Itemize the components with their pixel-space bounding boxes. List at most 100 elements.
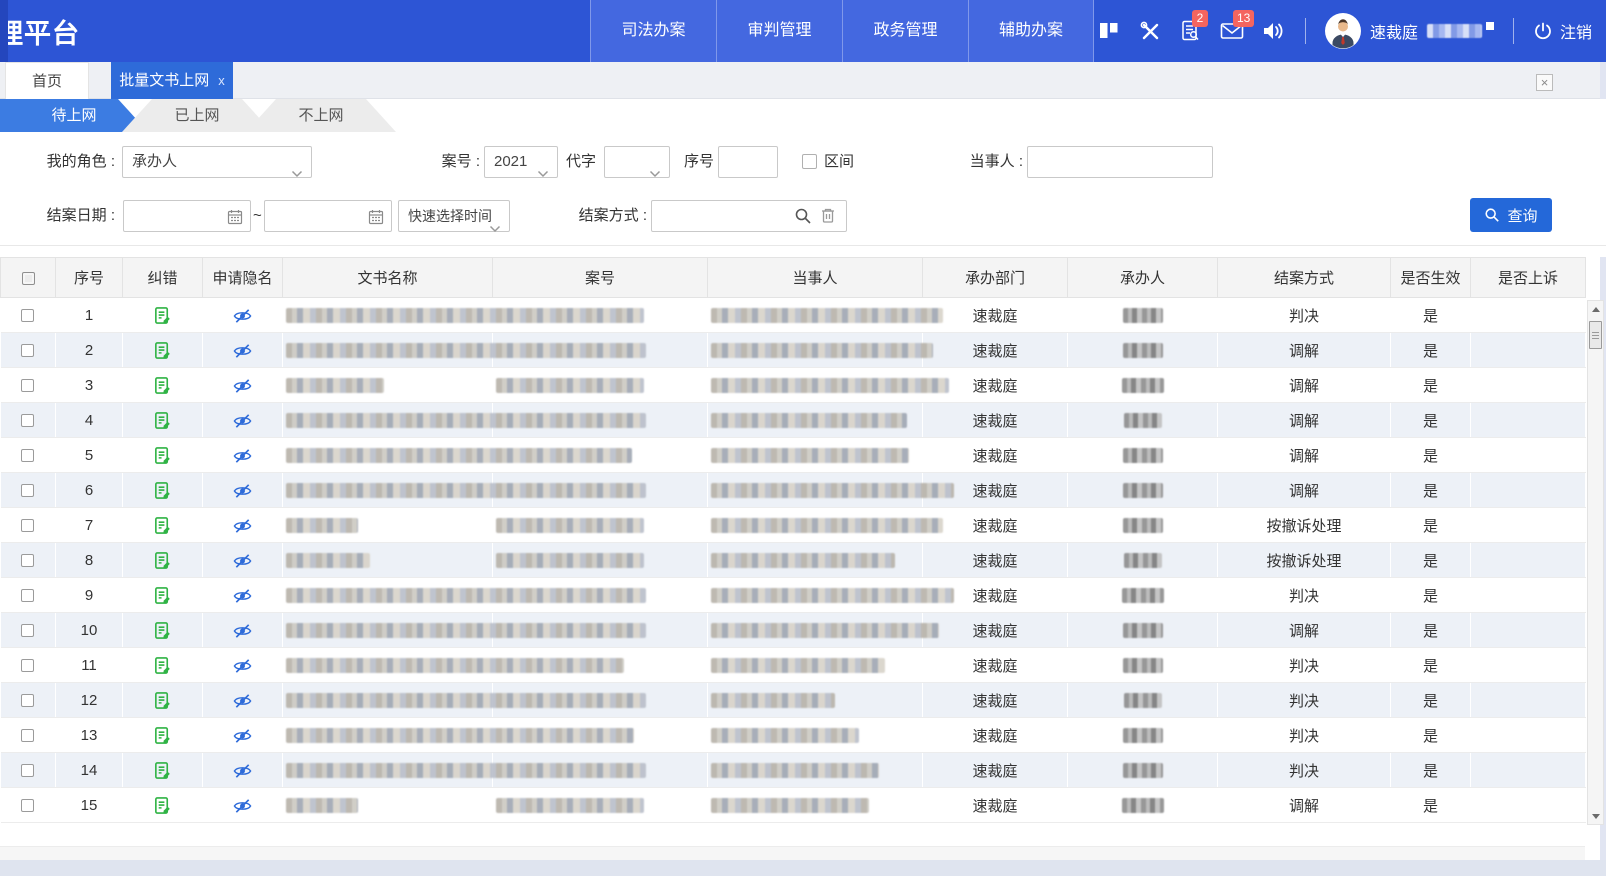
anonymize-icon[interactable] bbox=[233, 763, 252, 779]
party-input[interactable] bbox=[1027, 146, 1213, 178]
correct-icon[interactable] bbox=[153, 376, 172, 395]
app-title: 理平台 bbox=[0, 12, 80, 51]
row-checkbox[interactable] bbox=[21, 729, 34, 742]
cell-dept: 速裁庭 bbox=[923, 333, 1068, 368]
row-checkbox[interactable] bbox=[21, 379, 34, 392]
correct-icon[interactable] bbox=[153, 306, 172, 325]
role-select[interactable]: 承办人 bbox=[122, 146, 312, 178]
cell-select bbox=[1, 543, 56, 578]
anonymize-icon[interactable] bbox=[233, 623, 252, 639]
tools-icon[interactable] bbox=[1137, 18, 1163, 44]
correct-icon[interactable] bbox=[153, 551, 172, 570]
vertical-scrollbar[interactable] bbox=[1587, 300, 1604, 825]
mode-clear-icon[interactable] bbox=[820, 207, 836, 229]
correct-icon[interactable] bbox=[153, 726, 172, 745]
correct-icon[interactable] bbox=[153, 341, 172, 360]
correct-icon[interactable] bbox=[153, 656, 172, 675]
cell-dept: 速裁庭 bbox=[923, 543, 1068, 578]
tab-batch-doc-publish[interactable]: 批量文书上网x bbox=[111, 62, 233, 99]
nav-aux-case[interactable]: 辅助办案 bbox=[968, 0, 1094, 62]
row-checkbox[interactable] bbox=[21, 519, 34, 532]
main-nav: 司法办案 审判管理 政务管理 辅助办案 bbox=[590, 0, 1094, 62]
close-date-start-input[interactable] bbox=[123, 200, 251, 232]
correct-icon[interactable] bbox=[153, 621, 172, 640]
anonymize-icon[interactable] bbox=[233, 378, 252, 394]
anonymize-icon[interactable] bbox=[233, 693, 252, 709]
anonymize-icon[interactable] bbox=[233, 448, 252, 464]
task-audit-icon[interactable]: 2 bbox=[1178, 18, 1204, 44]
correct-icon[interactable] bbox=[153, 411, 172, 430]
anonymize-icon[interactable] bbox=[233, 553, 252, 569]
row-checkbox[interactable] bbox=[21, 799, 34, 812]
caseno-label: 案号 : bbox=[420, 146, 480, 178]
chevron-down-icon bbox=[649, 159, 661, 189]
scrollbar-thumb[interactable] bbox=[1589, 321, 1602, 349]
close-date-end-input[interactable] bbox=[264, 200, 392, 232]
row-checkbox[interactable] bbox=[21, 659, 34, 672]
anonymize-icon[interactable] bbox=[233, 483, 252, 499]
row-checkbox[interactable] bbox=[21, 309, 34, 322]
daizi-select[interactable] bbox=[604, 146, 670, 178]
cell-appeal bbox=[1471, 753, 1586, 788]
correct-icon[interactable] bbox=[153, 586, 172, 605]
header-correct: 纠错 bbox=[123, 258, 203, 298]
anonymize-icon[interactable] bbox=[233, 798, 252, 814]
row-checkbox[interactable] bbox=[21, 624, 34, 637]
correct-icon[interactable] bbox=[153, 481, 172, 500]
anonymize-icon[interactable] bbox=[233, 308, 252, 324]
subtab-not-publish[interactable]: 不上网 bbox=[246, 99, 396, 132]
subtab-published[interactable]: 已上网 bbox=[122, 99, 272, 132]
row-checkbox[interactable] bbox=[21, 589, 34, 602]
correct-icon[interactable] bbox=[153, 446, 172, 465]
select-all-checkbox[interactable] bbox=[22, 272, 35, 285]
cell-docname bbox=[283, 613, 493, 648]
anonymize-icon[interactable] bbox=[233, 518, 252, 534]
row-checkbox[interactable] bbox=[21, 344, 34, 357]
correct-icon[interactable] bbox=[153, 516, 172, 535]
redacted-docname bbox=[286, 308, 644, 323]
nav-gov-management[interactable]: 政务管理 bbox=[842, 0, 968, 62]
correct-icon[interactable] bbox=[153, 691, 172, 710]
xuhao-input[interactable] bbox=[718, 146, 778, 178]
logout-button[interactable]: 注销 bbox=[1533, 19, 1592, 43]
cell-select bbox=[1, 683, 56, 718]
anonymize-icon[interactable] bbox=[233, 588, 252, 604]
user-info[interactable]: 速裁庭 bbox=[1325, 13, 1494, 49]
row-checkbox[interactable] bbox=[21, 449, 34, 462]
mode-search-icon[interactable] bbox=[794, 207, 812, 230]
anonymize-icon[interactable] bbox=[233, 728, 252, 744]
avatar[interactable] bbox=[1325, 13, 1361, 49]
cell-appeal bbox=[1471, 368, 1586, 403]
speaker-icon[interactable] bbox=[1260, 18, 1286, 44]
row-checkbox[interactable] bbox=[21, 694, 34, 707]
scroll-up-arrow[interactable] bbox=[1588, 301, 1603, 317]
close-mode-input[interactable] bbox=[651, 200, 847, 232]
scroll-down-arrow[interactable] bbox=[1588, 808, 1603, 824]
cell-handler bbox=[1068, 508, 1218, 543]
interval-checkbox[interactable] bbox=[802, 154, 817, 169]
mail-icon[interactable]: 13 bbox=[1219, 18, 1245, 44]
anonymize-icon[interactable] bbox=[233, 413, 252, 429]
tab-close-x[interactable]: x bbox=[218, 73, 225, 88]
row-checkbox[interactable] bbox=[21, 484, 34, 497]
year-select[interactable]: 2021 bbox=[484, 146, 558, 178]
query-button[interactable]: 查询 bbox=[1470, 198, 1552, 232]
nav-trial-management[interactable]: 审判管理 bbox=[716, 0, 842, 62]
cell-select bbox=[1, 578, 56, 613]
anonymize-icon[interactable] bbox=[233, 343, 252, 359]
nav-judicial-case[interactable]: 司法办案 bbox=[590, 0, 716, 62]
row-checkbox[interactable] bbox=[21, 764, 34, 777]
tab-home[interactable]: 首页 bbox=[5, 62, 89, 99]
dashboard-icon[interactable] bbox=[1096, 18, 1122, 44]
redacted-party bbox=[711, 518, 943, 533]
correct-icon[interactable] bbox=[153, 796, 172, 815]
redacted-handler bbox=[1123, 343, 1163, 358]
quick-time-select[interactable]: 快速选择时间 bbox=[398, 200, 510, 232]
row-checkbox[interactable] bbox=[21, 554, 34, 567]
anonymize-icon[interactable] bbox=[233, 658, 252, 674]
panel-close-button[interactable]: × bbox=[1536, 74, 1553, 91]
row-checkbox[interactable] bbox=[21, 414, 34, 427]
subtab-pending[interactable]: 待上网 bbox=[0, 99, 148, 132]
horizontal-scrollbar[interactable] bbox=[0, 846, 1585, 860]
correct-icon[interactable] bbox=[153, 761, 172, 780]
